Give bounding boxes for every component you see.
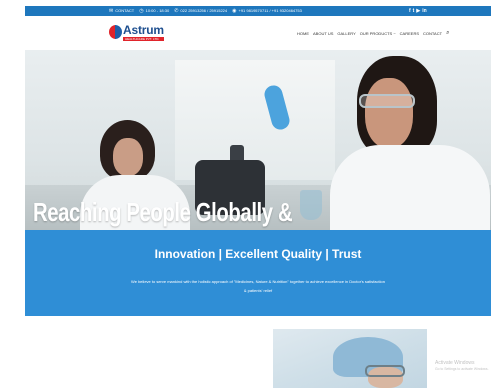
logo-name: Astrum [123, 23, 164, 37]
nav-item-careers[interactable]: CAREERS [400, 31, 419, 36]
clock-icon: ◷ [139, 8, 144, 14]
twitter-icon[interactable]: t [413, 6, 415, 16]
nav-item-gallery[interactable]: GALLERY [337, 31, 355, 36]
logo-subtitle: HEALTHCARE PVT. LTD. [123, 37, 164, 41]
mobile-text: +91 9819570711 / +91 9320464753 [238, 8, 302, 13]
nav-item-contact[interactable]: CONTACT [423, 31, 442, 36]
section-image [273, 329, 427, 388]
phone-text: 022 25913256 / 25915224 [180, 8, 228, 13]
contact-label: CONTACT [115, 8, 135, 13]
site-header: Astrum HEALTHCARE PVT. LTD. HOME ABOUT U… [25, 16, 491, 50]
nav-item-home[interactable]: HOME [297, 31, 309, 36]
watermark-line2: Go to Settings to activate Windows. [435, 367, 489, 371]
top-contact-bar: ✉ CONTACT ◷ 10:00 - 18:30 ✆ 022 25913256… [25, 6, 491, 16]
envelope-icon: ✉ [109, 8, 114, 14]
values-text-line2: & patients' relief [243, 288, 273, 293]
values-text-line1: We believe to serve mankind with the hol… [131, 279, 385, 284]
phone-link[interactable]: ✆ 022 25913256 / 25915224 [174, 6, 227, 16]
activate-windows-watermark: Activate Windows Go to Settings to activ… [435, 360, 489, 372]
values-title: Innovation | Excellent Quality | Trust [154, 247, 362, 261]
mobile-link[interactable]: ◉ +91 9819570711 / +91 9320464753 [232, 6, 302, 16]
youtube-icon[interactable]: ▶ [416, 6, 420, 16]
hero-banner: Reaching People Globally & [25, 50, 491, 230]
hero-title: Reaching People Globally & [33, 197, 293, 227]
contact-info: ✉ CONTACT ◷ 10:00 - 18:30 ✆ 022 25913256… [109, 6, 302, 16]
main-nav: HOME ABOUT US GALLERY OUR PRODUCTS ~ CAR… [297, 29, 449, 37]
brand-logo[interactable]: Astrum HEALTHCARE PVT. LTD. [109, 24, 164, 42]
nav-item-about-us[interactable]: ABOUT US [313, 31, 333, 36]
search-icon[interactable]: ⌕ [446, 30, 449, 37]
whatsapp-icon: ◉ [232, 8, 237, 14]
linkedin-icon[interactable]: in [422, 6, 426, 16]
contact-link[interactable]: ✉ CONTACT [109, 6, 134, 16]
social-links: f t ▶ in [409, 6, 427, 16]
hours-info: ◷ 10:00 - 18:30 [139, 6, 169, 16]
nav-item-our-products[interactable]: OUR PRODUCTS ~ [360, 31, 396, 36]
facebook-icon[interactable]: f [409, 6, 411, 16]
phone-icon: ✆ [174, 8, 179, 14]
logo-text: Astrum HEALTHCARE PVT. LTD. [123, 24, 164, 41]
watermark-line1: Activate Windows [435, 360, 475, 366]
logo-mark-icon [109, 24, 122, 39]
hours-text: 10:00 - 18:30 [145, 8, 170, 13]
values-band: Innovation | Excellent Quality | Trust W… [25, 230, 491, 316]
